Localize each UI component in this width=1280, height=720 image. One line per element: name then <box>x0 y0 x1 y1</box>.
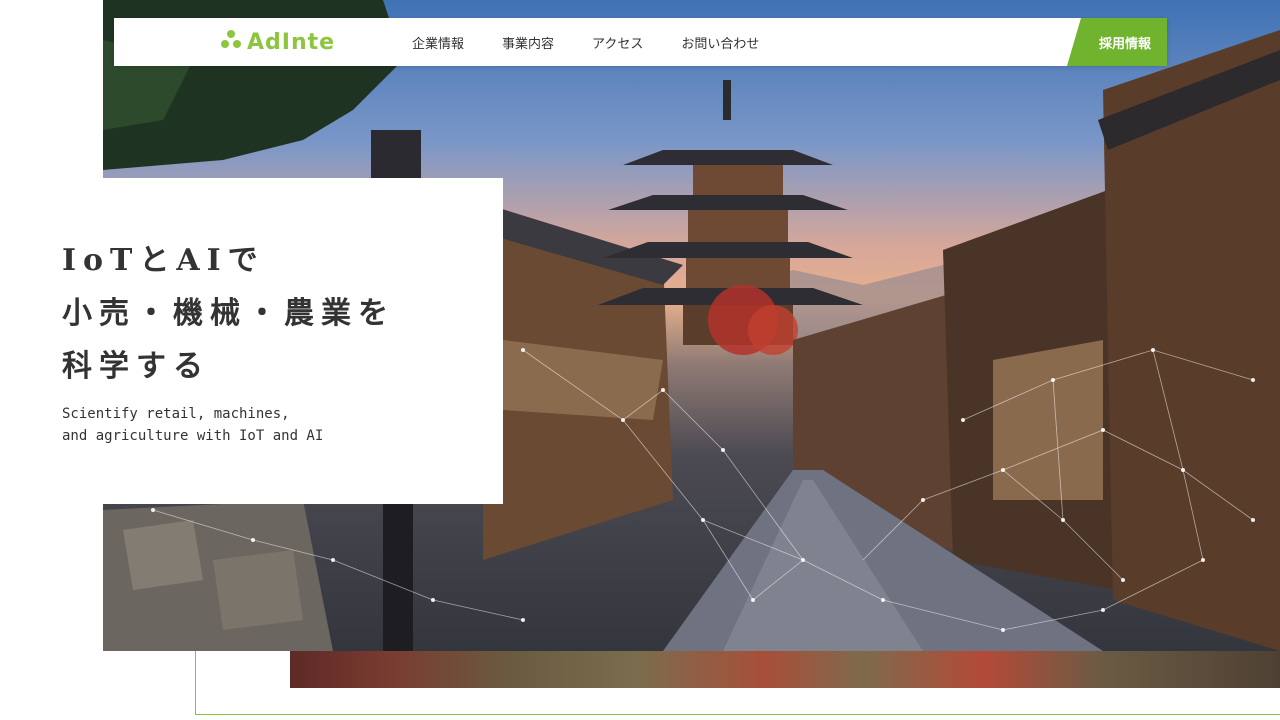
frame-line-vertical <box>195 651 196 715</box>
decorative-photo-strip <box>290 651 1280 688</box>
nav-item-company[interactable]: 企業情報 <box>412 33 464 52</box>
nav-item-contact[interactable]: お問い合わせ <box>681 33 759 52</box>
recruit-button[interactable]: 採用情報 <box>1067 18 1167 66</box>
nav-item-access[interactable]: アクセス <box>592 33 643 52</box>
hero-subline: Scientify retail, machines, and agricult… <box>62 406 324 444</box>
logo-text: AdInte <box>247 29 336 55</box>
hero-headline: IoTとAIで 小売・機械・農業を 科学する <box>62 243 395 384</box>
logo-link[interactable]: AdInte <box>219 28 335 56</box>
frame-line-horizontal <box>195 714 1280 715</box>
site-header: AdInte 企業情報 事業内容 アクセス お問い合わせ 採用情報 <box>114 18 1167 66</box>
hero-text-card: IoTとAIで 小売・機械・農業を 科学する Scientify retail,… <box>0 178 503 504</box>
nav-item-business[interactable]: 事業内容 <box>502 33 554 52</box>
main-nav: 企業情報 事業内容 アクセス お問い合わせ <box>412 18 759 66</box>
logo-mark-icon <box>219 28 243 56</box>
